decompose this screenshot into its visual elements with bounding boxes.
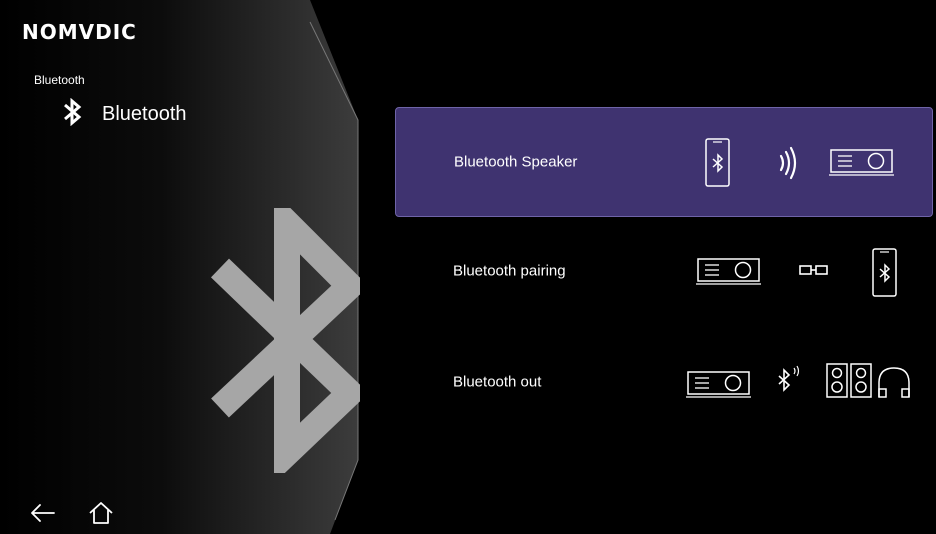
back-arrow-icon[interactable] bbox=[28, 500, 58, 531]
large-bluetooth-icon bbox=[210, 208, 360, 473]
page-title-row: Bluetooth bbox=[62, 97, 187, 131]
phone-bluetooth-icon bbox=[705, 138, 730, 187]
headphones-icon bbox=[878, 367, 910, 398]
breadcrumb: Bluetooth bbox=[34, 73, 85, 87]
link-icon bbox=[799, 265, 828, 275]
menu-item-icons bbox=[686, 363, 910, 398]
menu-item-bluetooth-speaker[interactable]: Bluetooth Speaker bbox=[395, 107, 933, 217]
projector-icon bbox=[696, 258, 761, 285]
projector-icon bbox=[829, 149, 894, 176]
menu-item-bluetooth-out[interactable]: Bluetooth out bbox=[395, 327, 933, 437]
menu-item-icons bbox=[696, 248, 897, 297]
bluetooth-signal-icon bbox=[778, 365, 800, 392]
brand-logo: NOMVDIC bbox=[22, 20, 137, 44]
menu-item-icons bbox=[705, 138, 894, 187]
page-title: Bluetooth bbox=[102, 103, 187, 125]
bluetooth-icon bbox=[62, 97, 84, 131]
menu-item-bluetooth-pairing[interactable]: Bluetooth pairing bbox=[395, 216, 933, 326]
home-icon[interactable] bbox=[87, 500, 115, 531]
speakers-icon bbox=[826, 363, 872, 398]
phone-bluetooth-icon bbox=[872, 248, 897, 297]
projector-icon bbox=[686, 371, 751, 398]
sound-waves-icon bbox=[779, 146, 797, 180]
